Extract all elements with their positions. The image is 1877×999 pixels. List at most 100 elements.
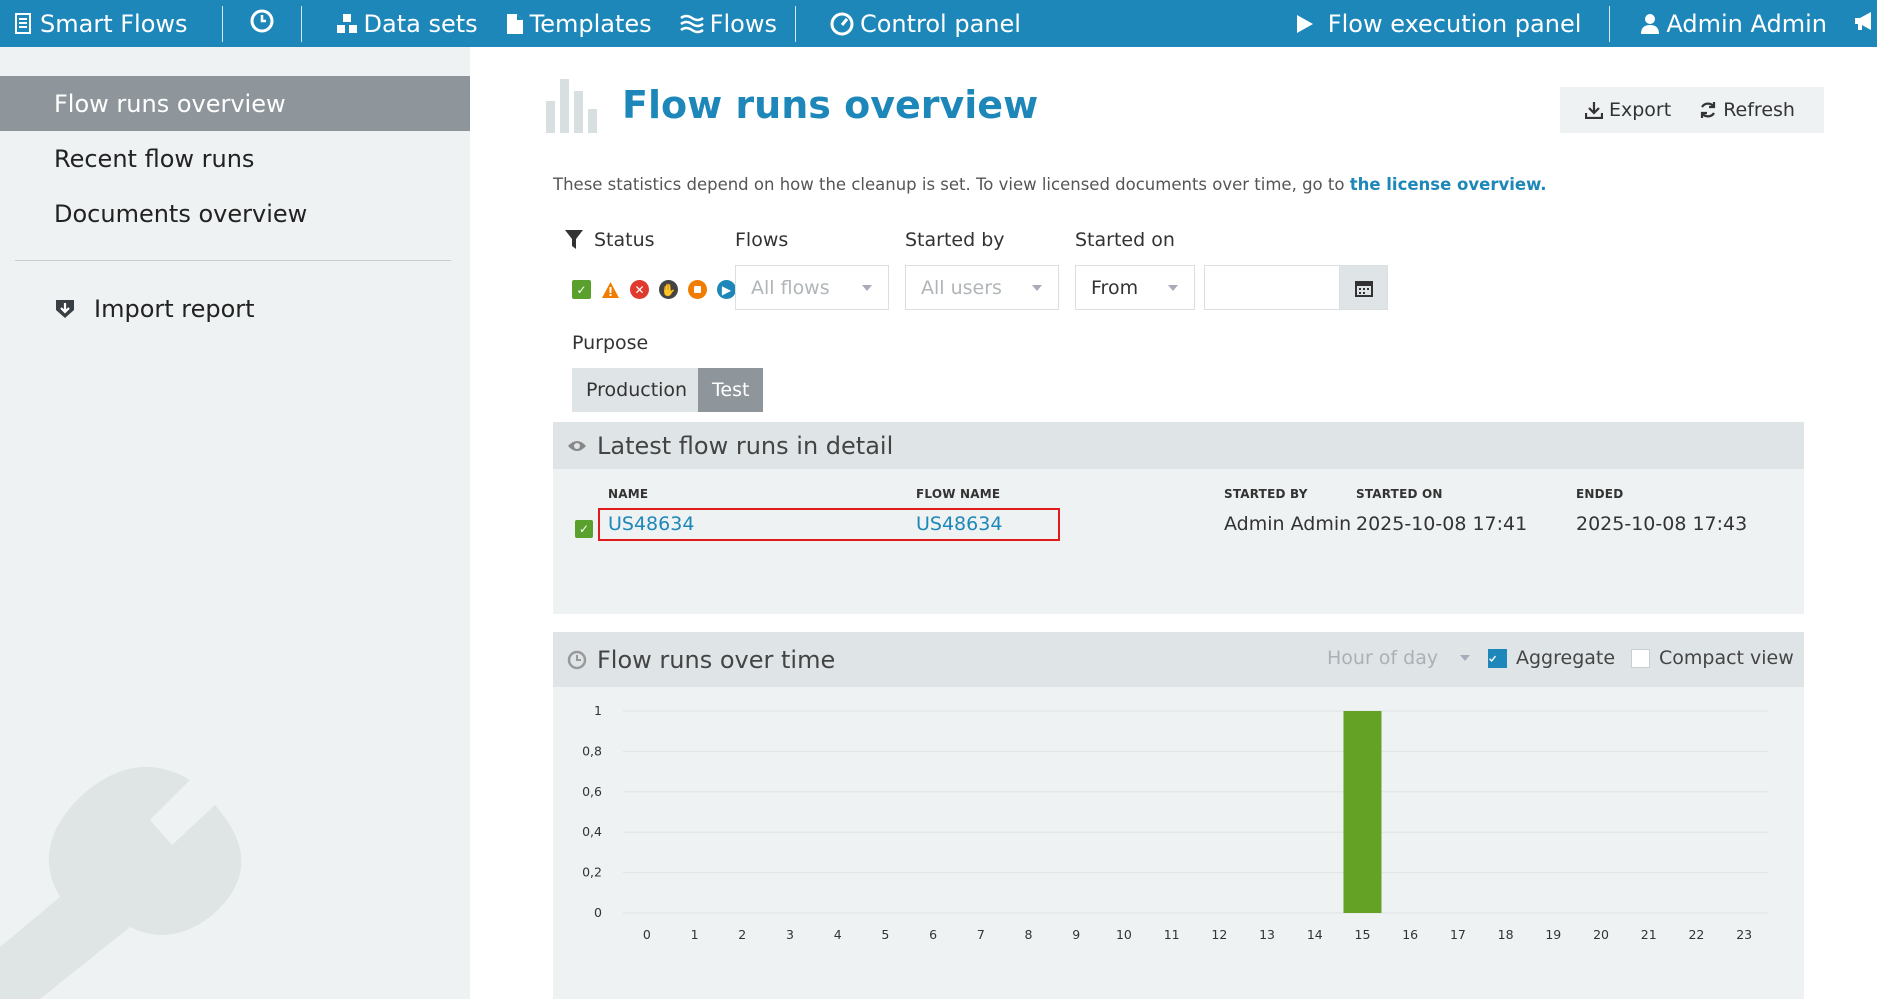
x-tick-label: 2 xyxy=(738,927,746,942)
sidebar-item-documents-overview[interactable]: Documents overview xyxy=(0,186,470,241)
datasets-icon xyxy=(336,13,358,35)
status-stop-icon[interactable] xyxy=(688,280,707,299)
user-name: Admin Admin xyxy=(1666,9,1827,38)
nav-flows-label: Flows xyxy=(709,9,777,38)
export-button[interactable]: Export xyxy=(1560,87,1689,133)
latest-flow-runs-panel: Latest flow runs in detail NAME FLOW NAM… xyxy=(553,422,1804,614)
granularity-value: Hour of day xyxy=(1327,647,1439,669)
status-warning-icon[interactable] xyxy=(601,280,620,299)
nav-flows[interactable]: Flows xyxy=(666,0,791,47)
nav-flow-execution[interactable]: Flow execution panel xyxy=(1282,0,1610,47)
compact-view-label: Compact view xyxy=(1659,647,1794,669)
sidebar-item-import-report[interactable]: Import report xyxy=(0,281,470,336)
status-label: Status xyxy=(594,229,655,251)
sidebar-item-label: Recent flow runs xyxy=(54,144,255,173)
run-name-link[interactable]: US48634 xyxy=(608,513,694,535)
status-stopped-icon[interactable]: ✋ xyxy=(659,280,678,299)
x-tick-label: 3 xyxy=(786,927,794,942)
eye-icon xyxy=(568,440,586,451)
date-input[interactable] xyxy=(1204,265,1341,310)
megaphone-icon xyxy=(1853,10,1877,38)
aggregate-checkbox[interactable]: Aggregate xyxy=(1488,647,1615,669)
x-tick-label: 0 xyxy=(643,927,651,942)
x-tick-label: 20 xyxy=(1593,927,1609,942)
sidebar-item-recent-flow-runs[interactable]: Recent flow runs xyxy=(0,131,470,186)
user-menu[interactable]: Admin Admin xyxy=(1610,0,1841,47)
refresh-button[interactable]: Refresh xyxy=(1689,87,1813,133)
status-success-icon: ✓ xyxy=(575,520,593,538)
x-tick-label: 22 xyxy=(1688,927,1704,942)
sidebar-item-label: Documents overview xyxy=(54,199,308,228)
x-tick-label: 12 xyxy=(1211,927,1227,942)
top-navigation: Smart Flows Data sets Templates Flows Co… xyxy=(0,0,1877,47)
col-header-name: NAME xyxy=(608,487,649,501)
y-tick-label: 0,6 xyxy=(582,784,602,799)
statistics-notice: These statistics depend on how the clean… xyxy=(553,175,1547,194)
x-tick-label: 4 xyxy=(834,927,842,942)
panel-title: Flow runs over time xyxy=(597,645,836,674)
nav-datasets[interactable]: Data sets xyxy=(322,0,492,47)
brand-link[interactable]: Smart Flows xyxy=(0,0,202,47)
status-success-icon[interactable]: ✓ xyxy=(572,280,591,299)
play-icon xyxy=(1296,14,1314,34)
clock-icon xyxy=(567,650,587,669)
ended-value: 2025-10-08 17:43 xyxy=(1576,513,1748,535)
page-title: Flow runs overview xyxy=(622,83,1039,127)
col-header-started-by: STARTED BY xyxy=(1224,487,1308,501)
x-tick-label: 11 xyxy=(1164,927,1180,942)
sidebar-item-flow-runs-overview[interactable]: Flow runs overview xyxy=(0,76,470,131)
granularity-select[interactable]: Hour of day xyxy=(1327,647,1471,669)
user-icon xyxy=(1640,13,1660,35)
x-tick-label: 23 xyxy=(1736,927,1752,942)
x-tick-label: 18 xyxy=(1498,927,1514,942)
flow-runs-over-time-panel: Flow runs over time Hour of day Aggregat… xyxy=(553,632,1804,999)
flow-name-link[interactable]: US48634 xyxy=(916,513,1002,535)
filter-icon xyxy=(564,229,584,256)
started-on-filter-label: Started on xyxy=(1075,229,1175,251)
x-tick-label: 9 xyxy=(1072,927,1080,942)
file-icon xyxy=(506,13,524,35)
x-tick-label: 8 xyxy=(1025,927,1033,942)
notice-text: These statistics depend on how the clean… xyxy=(553,175,1350,194)
chevron-down-icon xyxy=(1460,655,1471,661)
flows-icon xyxy=(679,13,704,35)
started-by-select[interactable]: All users xyxy=(905,265,1059,310)
started-on-value: 2025-10-08 17:41 xyxy=(1356,513,1528,535)
purpose-production-button[interactable]: Production xyxy=(572,368,702,412)
calendar-icon xyxy=(1354,280,1373,297)
announcements-button[interactable] xyxy=(1841,0,1877,47)
calendar-button[interactable] xyxy=(1339,265,1388,310)
toolbar: Export Refresh xyxy=(1560,87,1824,133)
x-tick-label: 15 xyxy=(1355,927,1371,942)
col-header-ended: ENDED xyxy=(1576,487,1624,501)
sidebar-divider xyxy=(15,260,451,261)
chevron-down-icon xyxy=(1032,285,1042,291)
purpose-test-button[interactable]: Test xyxy=(698,368,764,412)
y-tick-label: 1 xyxy=(594,703,602,718)
x-tick-label: 10 xyxy=(1116,927,1132,942)
y-tick-label: 0,4 xyxy=(582,824,602,839)
sidebar: Flow runs overview Recent flow runs Docu… xyxy=(0,47,470,999)
flows-select[interactable]: All flows xyxy=(735,265,889,310)
x-tick-label: 16 xyxy=(1402,927,1418,942)
compact-view-checkbox[interactable]: Compact view xyxy=(1631,647,1794,669)
bar[interactable] xyxy=(1343,711,1382,913)
dashboard-icon xyxy=(830,12,854,36)
status-running-icon[interactable]: ▶ xyxy=(717,280,736,299)
nav-flow-execution-label: Flow execution panel xyxy=(1327,9,1582,38)
nav-divider xyxy=(794,5,796,42)
bar-chart-icon xyxy=(545,77,601,137)
main-content: Flow runs overview Export Refresh These … xyxy=(470,47,1877,999)
license-overview-link[interactable]: the license overview. xyxy=(1350,175,1547,194)
nav-templates[interactable]: Templates xyxy=(492,0,666,47)
refresh-icon xyxy=(1701,102,1716,118)
status-error-icon[interactable]: ✕ xyxy=(630,280,649,299)
x-tick-label: 5 xyxy=(881,927,889,942)
panel-title: Latest flow runs in detail xyxy=(597,431,894,460)
wrench-watermark-icon xyxy=(0,717,270,999)
sidebar-item-label: Flow runs overview xyxy=(54,89,286,118)
nav-control-panel[interactable]: Control panel xyxy=(816,0,1035,47)
history-button[interactable] xyxy=(223,0,301,47)
started-on-select[interactable]: From xyxy=(1075,265,1195,310)
x-tick-label: 19 xyxy=(1545,927,1561,942)
